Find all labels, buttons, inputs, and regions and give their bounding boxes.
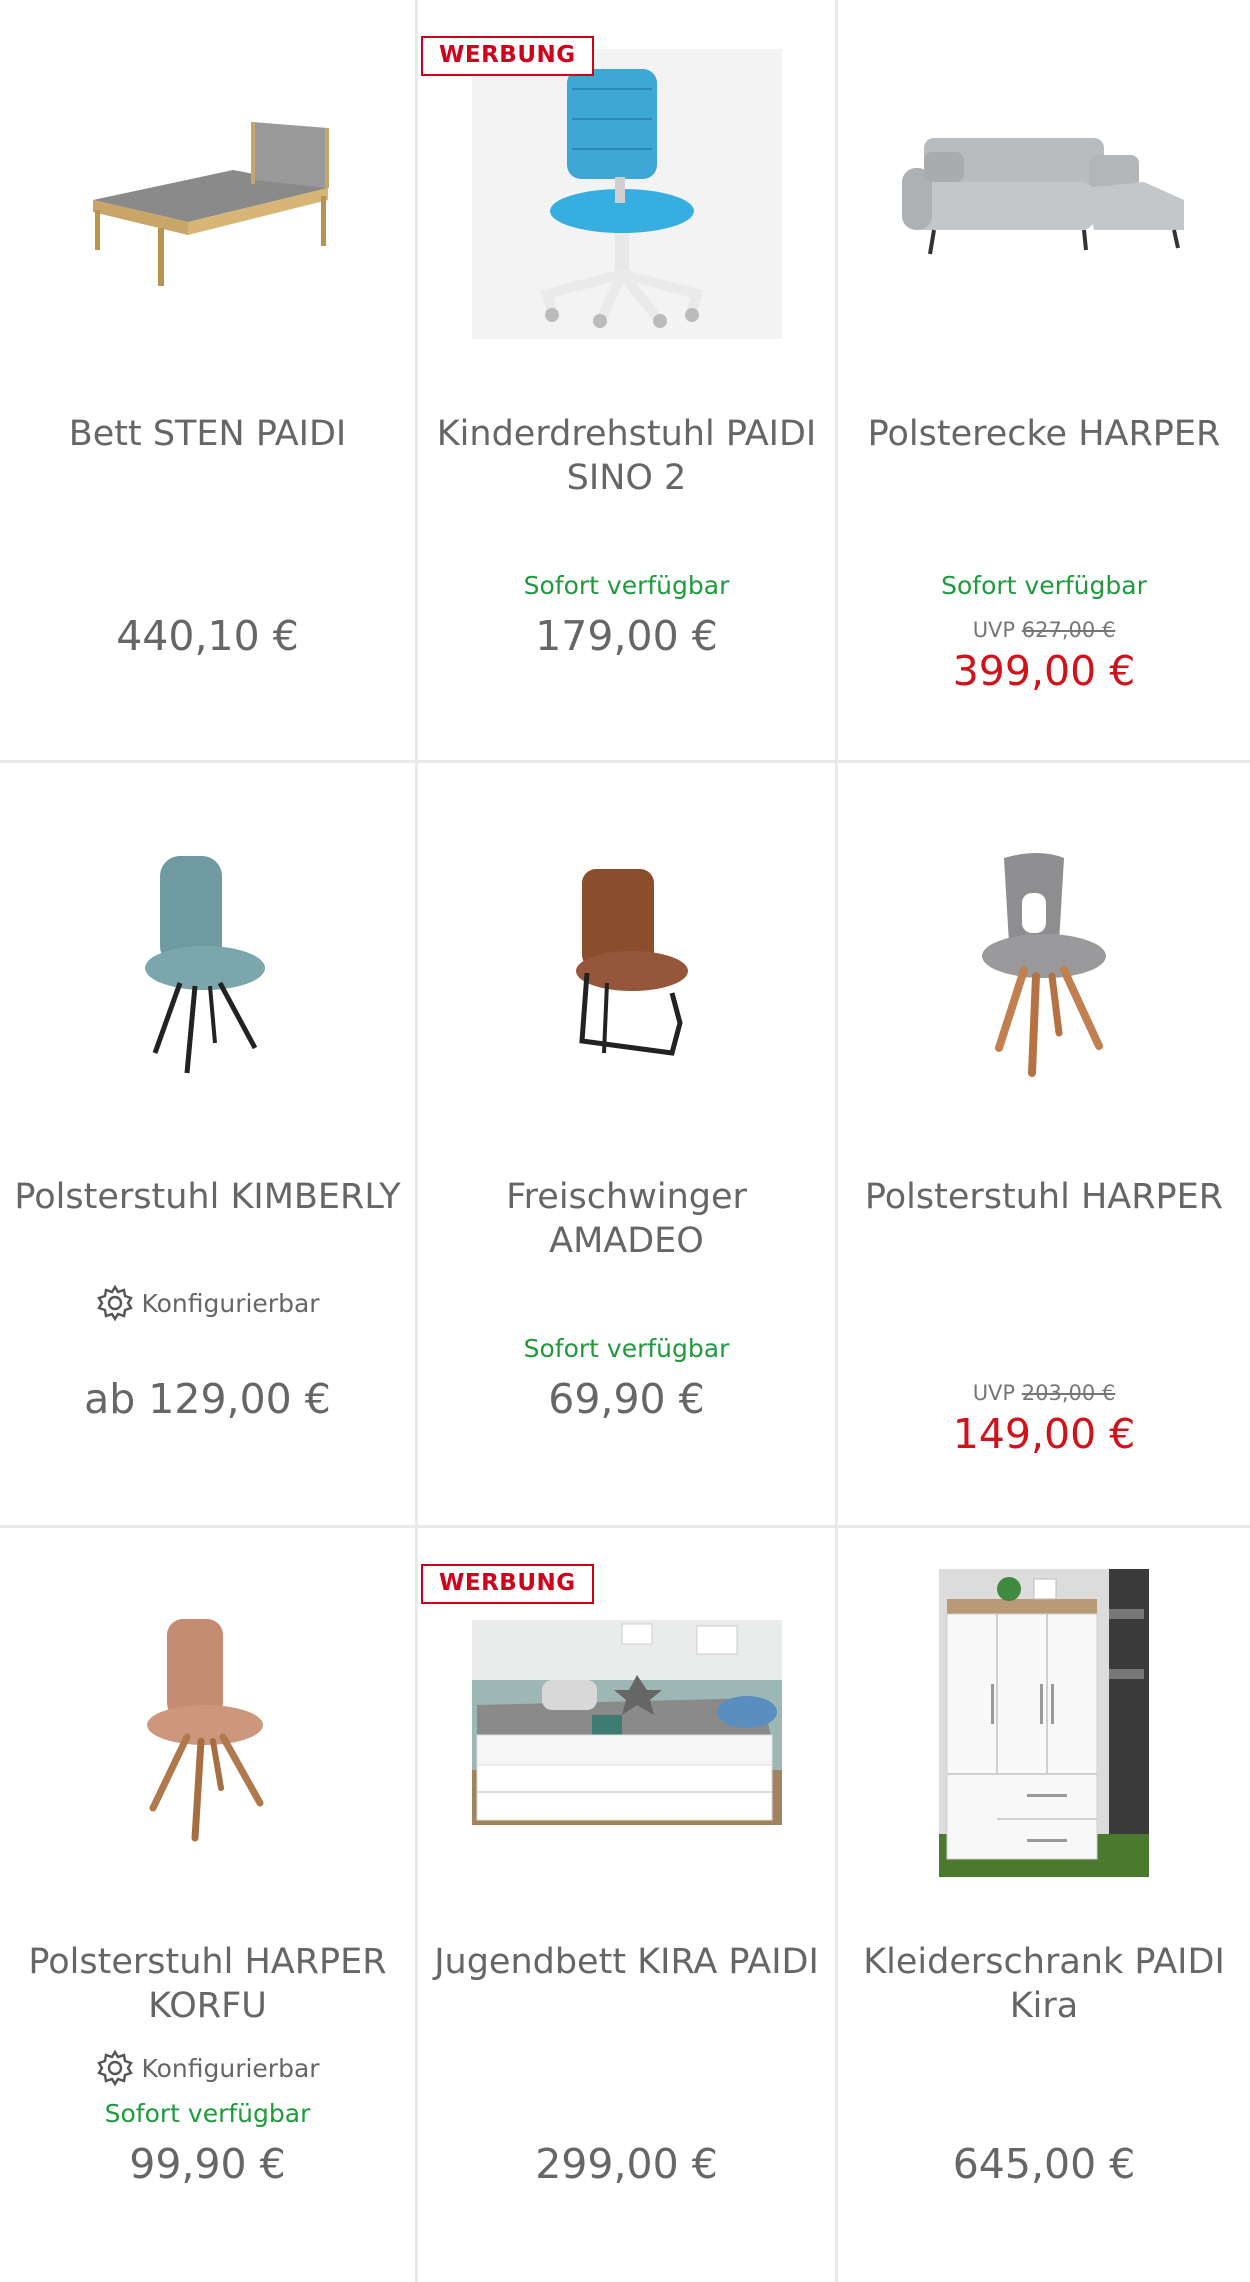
product-title[interactable]: Kleiderschrank PAIDI Kira (848, 1940, 1240, 2028)
product-image[interactable] (0, 763, 415, 1163)
product-title[interactable]: Polsterstuhl HARPER (848, 1175, 1240, 1219)
uvp-label: UVP (972, 1381, 1016, 1405)
uvp-strikethrough-price: 203,00 € (1021, 1381, 1116, 1405)
product-title[interactable]: Kinderdrehstuhl PAIDI SINO 2 (428, 412, 825, 500)
product-image[interactable] (838, 763, 1250, 1163)
product-price: 645,00 € (952, 2140, 1136, 2188)
ad-badge: WERBUNG (421, 1564, 594, 1604)
product-card[interactable]: Kleiderschrank PAIDI Kira 645,00 € (838, 1528, 1250, 2282)
product-card[interactable]: Bett STEN PAIDI 440,10 € (0, 0, 418, 763)
product-card[interactable]: WERBUNG Kinderdrehstuhl PAIDI SINO 2 Sof… (418, 0, 838, 763)
uvp-strikethrough-price: 627,00 € (1021, 618, 1116, 642)
product-price: 299,00 € (535, 2140, 718, 2188)
chair-icon (144, 856, 265, 1074)
chair-icon (982, 853, 1106, 1077)
configurable-text: Konfigurierbar (141, 1288, 320, 1318)
ad-badge: WERBUNG (421, 36, 594, 76)
sale-price: 399,00 € (952, 647, 1136, 695)
product-card[interactable]: Polsterstuhl KIMBERLY Konfigurierbar ab … (0, 763, 418, 1528)
product-price: ab 129,00 € (84, 1375, 331, 1423)
availability-label: Sofort verfügbar (523, 571, 730, 600)
product-price: 69,90 € (548, 1375, 705, 1423)
product-title[interactable]: Polsterstuhl HARPER KORFU (10, 1940, 405, 2028)
corner-sofa-icon (902, 138, 1184, 255)
sale-price: 149,00 € (952, 1410, 1136, 1458)
product-card[interactable]: Freischwinger AMADEO Sofort verfügbar 69… (418, 763, 838, 1528)
product-price: 440,10 € (116, 612, 299, 660)
gear-icon (97, 2049, 134, 2087)
product-grid: Bett STEN PAIDI 440,10 € WERBUNG Kinderd… (0, 0, 1250, 2282)
product-image[interactable] (838, 0, 1250, 400)
cantilever-chair-icon (575, 869, 688, 1056)
gear-icon (97, 1284, 134, 1322)
youth-bed-icon (471, 1619, 782, 1825)
availability-label: Sofort verfügbar (523, 1334, 730, 1363)
product-image[interactable] (0, 1528, 415, 1928)
product-title[interactable]: Polsterecke HARPER (848, 412, 1240, 456)
product-card[interactable]: Polsterstuhl HARPER KORFU Konfigurierbar… (0, 1528, 418, 2282)
product-title[interactable]: Freischwinger AMADEO (428, 1175, 825, 1263)
product-title[interactable]: Bett STEN PAIDI (10, 412, 405, 456)
configurable-label: Konfigurierbar (0, 1283, 415, 1323)
product-image[interactable] (0, 0, 415, 400)
product-image[interactable] (838, 1528, 1250, 1928)
availability-label: Sofort verfügbar (104, 2099, 311, 2128)
product-title[interactable]: Jugendbett KIRA PAIDI (428, 1940, 825, 1984)
product-card[interactable]: WERBUNG Jugendbett KIRA PAIDI 299,00 € (418, 1528, 838, 2282)
childrens-swivel-chair-icon (471, 49, 782, 339)
product-card[interactable]: Polsterstuhl HARPER UVP 203,00 € 149,00 … (838, 763, 1250, 1528)
uvp-price: UVP 203,00 € (838, 1381, 1250, 1405)
configurable-label: Konfigurierbar (0, 2048, 415, 2088)
product-card[interactable]: Polsterecke HARPER Sofort verfügbar UVP … (838, 0, 1250, 763)
uvp-label: UVP (972, 618, 1016, 642)
product-image[interactable] (418, 763, 835, 1163)
uvp-price: UVP 627,00 € (838, 618, 1250, 642)
availability-label: Sofort verfügbar (941, 571, 1147, 600)
chair-icon (146, 1619, 263, 1842)
product-price: 179,00 € (535, 612, 718, 660)
product-price: 99,90 € (129, 2140, 286, 2188)
wardrobe-icon (939, 1569, 1149, 1877)
configurable-text: Konfigurierbar (141, 2053, 320, 2083)
bed-icon (92, 122, 329, 286)
product-title[interactable]: Polsterstuhl KIMBERLY (10, 1175, 405, 1219)
